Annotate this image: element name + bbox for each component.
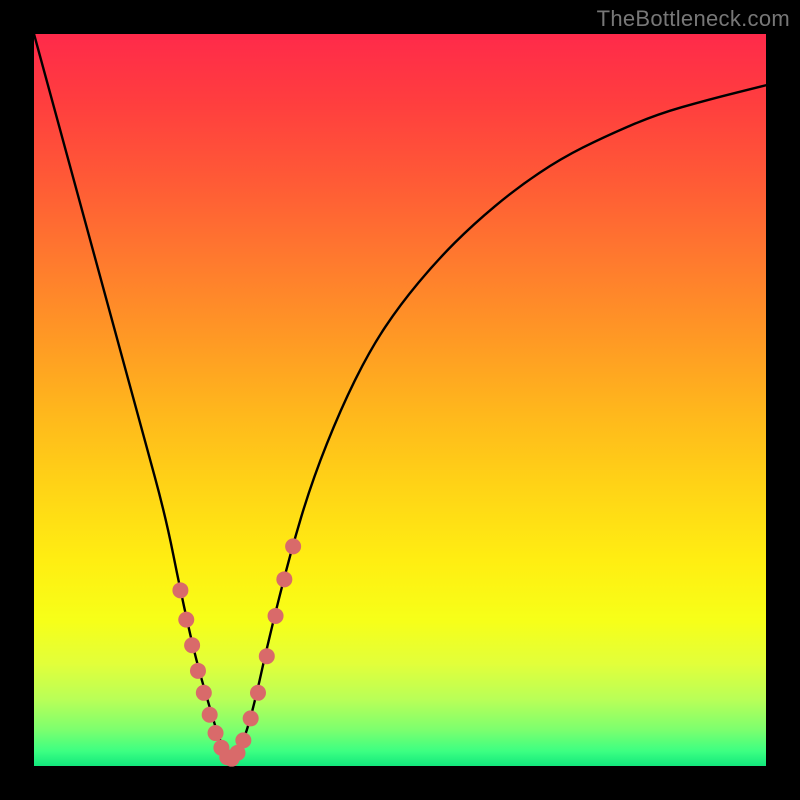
data-marker [196, 685, 212, 701]
data-marker [190, 663, 206, 679]
data-marker [259, 648, 275, 664]
watermark-label: TheBottleneck.com [597, 6, 790, 32]
data-marker [250, 685, 266, 701]
data-marker [276, 571, 292, 587]
data-marker [235, 732, 251, 748]
data-marker [202, 707, 218, 723]
marker-group [172, 538, 301, 766]
data-marker [184, 637, 200, 653]
data-marker [208, 725, 224, 741]
plot-area [34, 34, 766, 766]
data-marker [172, 582, 188, 598]
bottleneck-curve [34, 34, 766, 755]
data-marker [285, 538, 301, 554]
chart-frame: TheBottleneck.com [0, 0, 800, 800]
chart-svg [34, 34, 766, 766]
data-marker [268, 608, 284, 624]
data-marker [178, 612, 194, 628]
data-marker [243, 710, 259, 726]
